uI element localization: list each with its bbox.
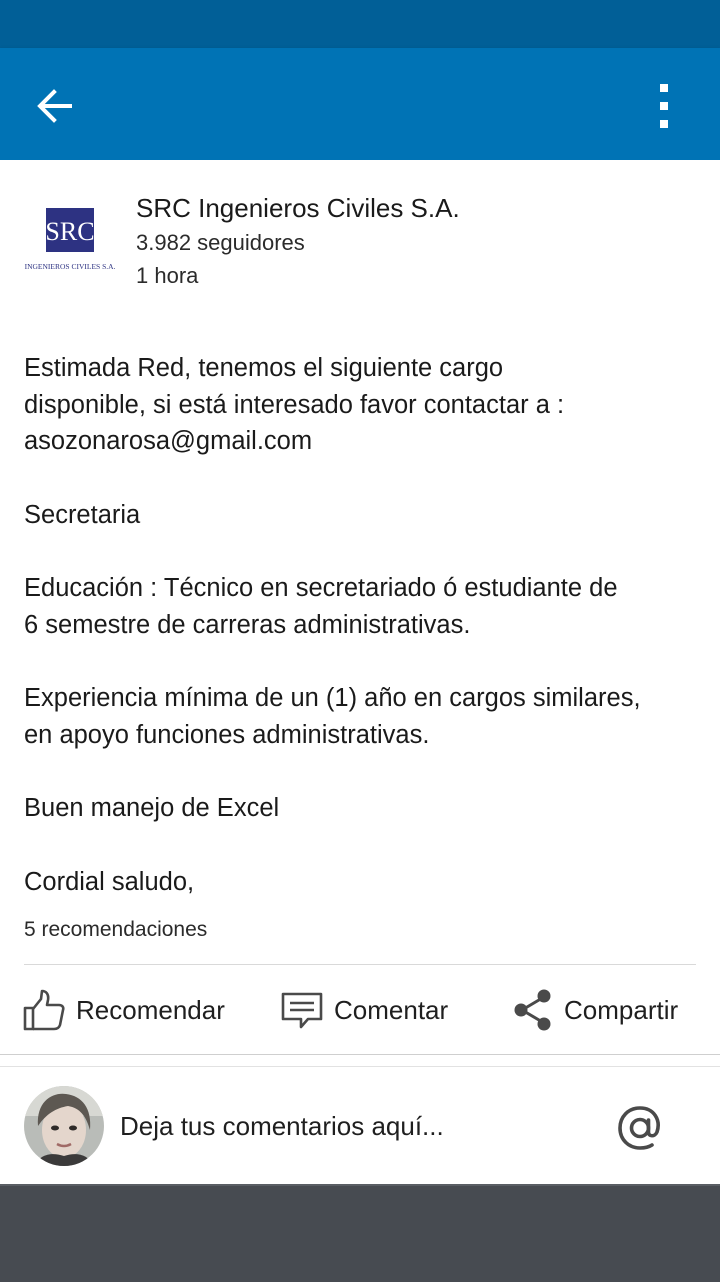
comment-button[interactable]: Comentar [280, 980, 448, 1040]
post-card: SRC INGENIEROS CIVILES S.A. SRC Ingenier… [0, 160, 720, 1184]
post-body-line: disponible, si está interesado favor con… [24, 391, 565, 419]
post-body-line: en apoyo funciones administrativas. [24, 721, 430, 749]
post-body-line: Estimada Red, tenemos el siguiente cargo [24, 354, 504, 382]
thumbs-up-icon [23, 989, 65, 1031]
company-name[interactable]: SRC Ingenieros Civiles S.A. [136, 193, 460, 224]
comment-icon [281, 992, 323, 1029]
svg-text:INGENIEROS CIVILES S.A.: INGENIEROS CIVILES S.A. [25, 262, 116, 271]
divider [0, 1054, 720, 1055]
share-button[interactable]: Compartir [512, 980, 678, 1040]
divider [0, 1066, 720, 1067]
more-options-button[interactable] [640, 82, 688, 130]
at-sign-icon [618, 1106, 660, 1150]
avatar[interactable] [24, 1086, 104, 1166]
post-body-line: 6 semestre de carreras administrativas. [24, 611, 471, 639]
follower-count: 3.982 seguidores [136, 230, 305, 255]
share-label: Compartir [564, 994, 679, 1025]
company-logo[interactable]: SRC INGENIEROS CIVILES S.A. [24, 204, 116, 274]
more-vertical-icon [660, 84, 668, 128]
status-bar [0, 0, 720, 48]
post-body-line: Secretaria [24, 501, 141, 529]
back-button[interactable] [30, 82, 78, 130]
post-body-line: Educación : Técnico en secretariado ó es… [24, 574, 618, 602]
post-time: 1 hora [136, 263, 199, 288]
post-email-link[interactable]: asozonarosa@gmail.com [24, 423, 696, 460]
system-navigation-bar [0, 1184, 720, 1282]
post-body-line: Cordial saludo, [24, 868, 195, 896]
comment-label: Comentar [334, 994, 449, 1025]
comment-input[interactable] [120, 1106, 580, 1146]
recommendation-count[interactable]: 5 recomendaciones [24, 918, 207, 942]
recommend-label: Recomendar [76, 994, 225, 1025]
recommend-button[interactable]: Recomendar [22, 980, 225, 1040]
post-body-line: Experiencia mínima de un (1) año en carg… [24, 684, 641, 712]
svg-text:SRC: SRC [45, 217, 94, 246]
post-body-line: Buen manejo de Excel [24, 794, 280, 822]
mention-button[interactable] [614, 1102, 666, 1154]
comment-composer [0, 1068, 720, 1182]
share-icon [514, 989, 551, 1031]
app-bar [0, 48, 720, 160]
arrow-left-icon [37, 89, 72, 123]
divider [24, 964, 696, 965]
